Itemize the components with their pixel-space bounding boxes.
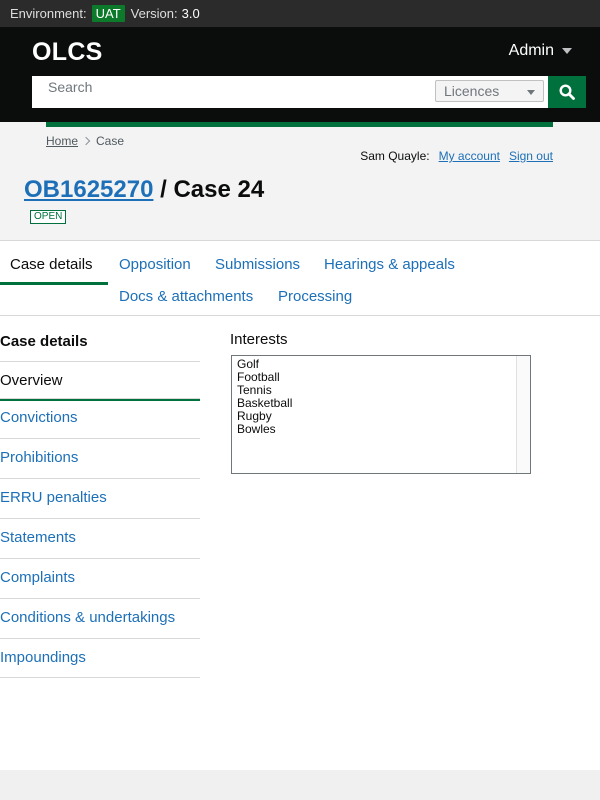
interests-listbox[interactable]: Golf Football Tennis Basketball Rugby Bo…	[231, 355, 531, 474]
search-bar: Search Licences	[32, 76, 586, 108]
sidenav-item-erru-penalties[interactable]: ERRU penalties	[0, 478, 200, 518]
breadcrumb-home-link[interactable]: Home	[46, 134, 78, 148]
admin-menu[interactable]: Admin	[509, 42, 572, 60]
tab-opposition[interactable]: Opposition	[119, 256, 191, 273]
page-title: OB1625270 / Case 24	[24, 176, 264, 204]
site-header: OLCS Admin Search Licences	[0, 27, 600, 122]
interests-option[interactable]: Rugby	[232, 410, 530, 423]
listbox-scrollbar[interactable]	[516, 356, 530, 473]
admin-menu-label: Admin	[508, 42, 554, 59]
search-button[interactable]	[548, 76, 586, 108]
user-name: Sam Quayle:	[360, 149, 430, 163]
environment-bar: Environment: UAT Version: 3.0	[0, 0, 600, 27]
breadcrumb: Home Case	[46, 134, 124, 148]
sidenav-item-conditions-undertakings[interactable]: Conditions & undertakings	[0, 598, 200, 638]
tab-processing[interactable]: Processing	[278, 288, 352, 305]
sidenav-item-convictions[interactable]: Convictions	[0, 398, 200, 438]
main-content: Case details Opposition Submissions Hear…	[0, 240, 600, 770]
caret-down-icon	[562, 48, 572, 54]
sidenav-item-impoundings[interactable]: Impoundings	[0, 638, 200, 678]
sidenav-item-statements[interactable]: Statements	[0, 518, 200, 558]
active-tab-indicator	[0, 282, 108, 285]
version-label: Version:	[130, 6, 178, 21]
caret-down-icon	[527, 90, 535, 95]
user-links: Sam Quayle: My account Sign out	[360, 149, 553, 163]
header-accent-bar	[46, 122, 553, 127]
tab-case-details[interactable]: Case details	[10, 256, 93, 273]
search-scope-value: Licences	[444, 83, 500, 99]
environment-label: Environment:	[10, 6, 87, 21]
search-scope-select[interactable]: Licences	[435, 80, 544, 102]
interests-option[interactable]: Basketball	[232, 397, 530, 410]
breadcrumb-current: Case	[96, 134, 125, 148]
case-tabs: Case details Opposition Submissions Hear…	[0, 241, 600, 316]
page-body: Home Case Sam Quayle: My account Sign ou…	[0, 122, 600, 770]
sidenav-item-complaints[interactable]: Complaints	[0, 558, 200, 598]
environment-badge: UAT	[91, 5, 125, 22]
search-icon	[559, 84, 575, 100]
licence-link[interactable]: OB1625270	[24, 176, 153, 203]
sign-out-link[interactable]: Sign out	[509, 149, 553, 163]
status-badge: OPEN	[30, 210, 67, 224]
case-title-suffix: / Case 24	[153, 176, 265, 203]
sidenav-item-overview[interactable]: Overview	[0, 361, 200, 401]
tab-submissions[interactable]: Submissions	[215, 256, 300, 273]
my-account-link[interactable]: My account	[439, 149, 500, 163]
interests-option[interactable]: Football	[232, 371, 530, 384]
interests-option[interactable]: Bowles	[232, 423, 530, 436]
sidenav-heading: Case details	[0, 333, 88, 350]
version-value: 3.0	[181, 6, 200, 21]
tab-hearings-appeals[interactable]: Hearings & appeals	[324, 256, 455, 273]
sidenav-item-prohibitions[interactable]: Prohibitions	[0, 438, 200, 478]
search-placeholder: Search	[48, 79, 93, 95]
site-logo[interactable]: OLCS	[32, 38, 103, 67]
interests-label: Interests	[230, 331, 288, 348]
chevron-right-icon	[81, 136, 91, 146]
tab-docs-attachments[interactable]: Docs & attachments	[119, 288, 253, 305]
